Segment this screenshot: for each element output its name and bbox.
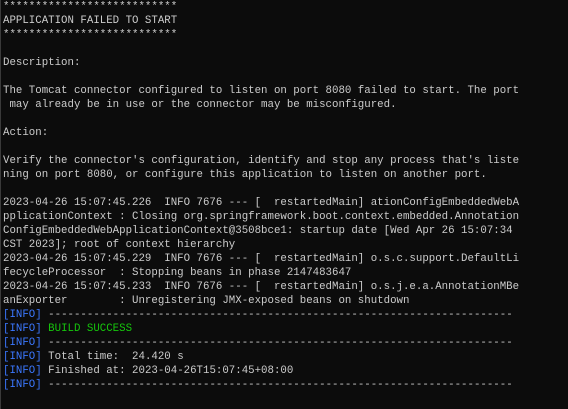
maven-separator-line: [INFO] ---------------------------------… [3,378,566,392]
total-time-text: Total time: 24.420 s [48,351,184,363]
maven-separator-line: [INFO] ---------------------------------… [3,308,566,322]
terminal-line: 2023-04-26 15:07:45.233 INFO 7676 --- [ … [3,281,520,293]
info-tag: [INFO] [3,379,42,391]
terminal-line: anExporter : Unregistering JMX-exposed b… [3,295,410,307]
terminal-line: 2023-04-26 15:07:45.229 INFO 7676 --- [ … [3,253,520,265]
info-tag: [INFO] [3,365,42,377]
terminal-line: The Tomcat connector configured to liste… [3,85,520,97]
terminal-line: fecycleProcessor : Stopping beans in pha… [3,267,352,279]
terminal-line: APPLICATION FAILED TO START [3,15,178,27]
terminal-line: Verify the connector's configuration, id… [3,155,520,167]
terminal-line: 2023-04-26 15:07:45.226 INFO 7676 --- [ … [3,197,520,209]
terminal-line: *************************** [3,1,178,13]
separator: ----------------------------------------… [48,379,513,391]
terminal-line: Description: [3,57,81,69]
terminal-line: Action: [3,127,49,139]
maven-build-result-line: [INFO] BUILD SUCCESS [3,322,566,336]
info-tag: [INFO] [3,309,42,321]
log-lines: *************************** APPLICATION F… [3,0,566,308]
terminal-line: CST 2023]; root of context hierarchy [3,239,236,251]
info-tag: [INFO] [3,351,42,363]
build-success-text: BUILD SUCCESS [48,323,133,335]
terminal-line: *************************** [3,29,178,41]
terminal-line: ning on port 8080, or configure this app… [3,169,487,181]
info-tag: [INFO] [3,337,42,349]
terminal-line: pplicationContext : Closing org.springfr… [3,211,520,223]
maven-total-time-line: [INFO] Total time: 24.420 s [3,350,566,364]
terminal-line: ConfigEmbeddedWebApplicationContext@3508… [3,225,513,237]
finished-at-text: Finished at: 2023-04-26T15:07:45+08:00 [48,365,294,377]
info-tag: [INFO] [3,323,42,335]
separator: ----------------------------------------… [48,337,513,349]
maven-separator-line: [INFO] ---------------------------------… [3,336,566,350]
separator: ----------------------------------------… [48,309,513,321]
terminal-line: may already be in use or the connector m… [3,99,397,111]
terminal-output[interactable]: *************************** APPLICATION F… [0,0,566,409]
maven-finished-at-line: [INFO] Finished at: 2023-04-26T15:07:45+… [3,364,566,378]
